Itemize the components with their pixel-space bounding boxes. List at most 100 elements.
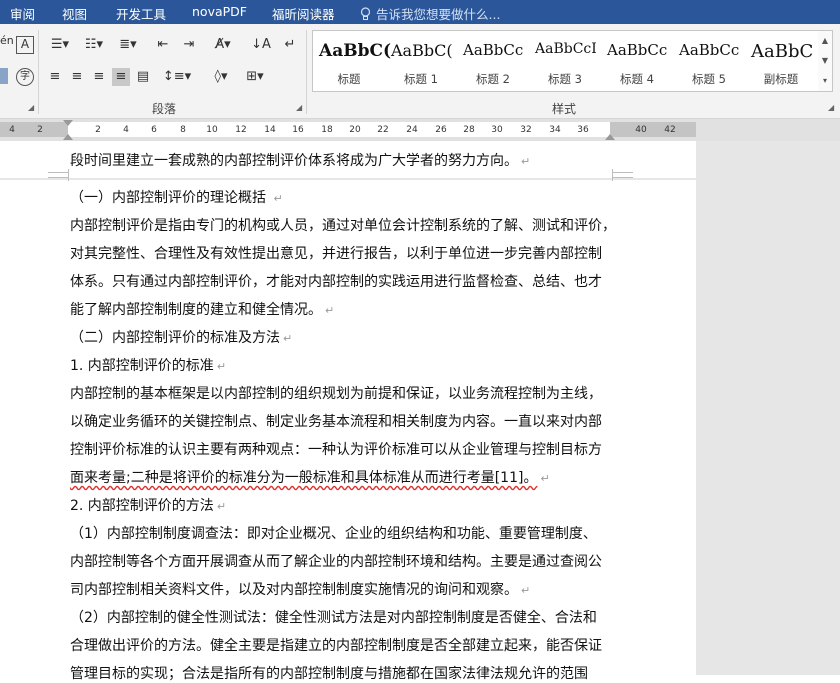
tab-view[interactable]: 视图 <box>62 4 87 23</box>
style-heading-1[interactable]: AaBbC( 标题 1 <box>385 31 457 91</box>
text-line[interactable]: 体系。只有通过内部控制评价，才能对内部控制的实践运用进行监督检查、总结、也才 <box>70 271 605 291</box>
ruler-number: 32 <box>520 125 532 135</box>
text-line[interactable]: （1）内部控制制度调查法：即对企业概况、企业的组织结构和功能、重要管理制度、 <box>70 523 600 543</box>
tell-me-search[interactable]: 告诉我您想要做什么... <box>360 4 500 23</box>
paragraph-mark-icon: ↵ <box>540 472 550 485</box>
numbering-icon[interactable]: ☷▾ <box>80 36 108 54</box>
style-heading-2[interactable]: AaBbCc 标题 2 <box>457 31 529 91</box>
ruler-number: 24 <box>406 125 418 135</box>
heading-line[interactable]: （二）内部控制评价的标准及方法 ↵ <box>70 327 292 347</box>
line-text: 面来考量;二种是将评价的标准分为一般标准和具体标准从而进行考量[11]。 <box>70 470 538 486</box>
text-line[interactable]: 对其完整性、合理性及有效性提出意见，并进行报告，以利于单位进一步完善内部控制 <box>70 243 605 263</box>
show-marks-icon[interactable]: ↵ <box>282 36 298 54</box>
page-break <box>0 178 696 180</box>
text-line[interactable]: 控制评价标准的认识主要有两种观点：一种认为评价标准可以从企业管理与控制目标方 <box>70 439 605 459</box>
style-name: 标题 5 <box>692 72 726 86</box>
tab-novapdf[interactable]: novaPDF <box>192 4 247 19</box>
text-line[interactable]: 内部控制等各个方面开展调查从而了解企业的内部控制环境和结构。主要是通过查阅公 <box>70 551 605 571</box>
line-text: 能了解内部控制制度的建立和健全情况。 <box>70 302 322 318</box>
ribbon: én A 字 ☰▾ ☷▾ ≣▾ ⇤ ⇥ A̸▾ ↓A ↵ ≡ ≡ ≡ ≡ ▤ ↕… <box>0 24 840 119</box>
style-title[interactable]: AaBbC( 标题 <box>313 31 391 91</box>
ruler-number: 26 <box>435 125 447 135</box>
text-line[interactable]: 内部控制的基本框架是以内部控制的组织规划为前提和保证，以业务流程控制为主线， <box>70 383 605 403</box>
text-line[interactable]: 能了解内部控制制度的建立和健全情况。 ↵ <box>70 299 334 319</box>
paragraph-mark-icon: ↵ <box>216 500 227 513</box>
styles-dialog-launcher-icon[interactable]: ◢ <box>828 103 834 112</box>
decrease-indent-icon[interactable]: ⇤ <box>152 36 174 54</box>
multilevel-list-icon[interactable]: ≣▾ <box>114 36 142 54</box>
line-text: 控制评价标准的认识主要有两种观点：一种认为评价标准可以从企业管理与控制目标方 <box>70 442 602 458</box>
style-preview: AaBbCcI <box>535 41 597 57</box>
text-line[interactable]: 面来考量;二种是将评价的标准分为一般标准和具体标准从而进行考量[11]。 ↵ <box>70 467 550 487</box>
right-indent-marker[interactable] <box>605 134 615 140</box>
ruler-number: 40 <box>635 125 647 135</box>
align-left-icon[interactable]: ≡ <box>46 68 64 86</box>
style-subtitle[interactable]: AaBbC 副标题 <box>745 31 817 91</box>
ruler-number: 30 <box>491 125 503 135</box>
ruler-number: 4 <box>123 125 129 135</box>
line-text: 段时间里建立一套成熟的内部控制评价体系将成为广大学者的努力方向。 <box>70 153 518 169</box>
style-preview: AaBbC <box>751 41 814 62</box>
tab-developer[interactable]: 开发工具 <box>116 4 166 23</box>
heading-line[interactable]: 2. 内部控制评价的方法 ↵ <box>70 495 226 515</box>
text-line[interactable]: 段时间里建立一套成熟的内部控制评价体系将成为广大学者的努力方向。 ↵ <box>70 150 530 170</box>
align-center-icon[interactable]: ≡ <box>68 68 86 86</box>
distributed-icon[interactable]: ▤ <box>134 68 152 86</box>
highlight-color-icon[interactable] <box>0 68 8 84</box>
line-text: 1. 内部控制评价的标准 <box>70 358 214 374</box>
first-line-indent-marker[interactable] <box>63 120 73 126</box>
ruler-number: 2 <box>37 125 43 135</box>
align-right-icon[interactable]: ≡ <box>90 68 108 86</box>
tab-review[interactable]: 审阅 <box>10 4 35 23</box>
style-name: 标题 3 <box>548 72 582 86</box>
paragraph-mark-icon: ↵ <box>521 584 531 597</box>
document-page[interactable]: 段时间里建立一套成熟的内部控制评价体系将成为广大学者的努力方向。 ↵ （一）内部控… <box>0 141 696 682</box>
ruler-number: 16 <box>292 125 304 135</box>
style-heading-4[interactable]: AaBbCc 标题 4 <box>601 31 673 91</box>
style-heading-5[interactable]: AaBbCc 标题 5 <box>673 31 745 91</box>
hanging-indent-marker[interactable] <box>63 134 73 140</box>
text-line[interactable]: 内部控制评价是指由专门的机构或人员，通过对单位会计控制系统的了解、测试和评价， <box>70 215 619 235</box>
line-spacing-icon[interactable]: ↕≡▾ <box>162 68 192 86</box>
justify-icon[interactable]: ≡ <box>112 68 130 86</box>
chevron-up-icon[interactable]: ▲ <box>818 31 832 51</box>
increase-indent-icon[interactable]: ⇥ <box>178 36 200 54</box>
crop-mark <box>612 172 633 181</box>
paragraph-mark-icon: ↵ <box>325 304 335 317</box>
ruler-number: 14 <box>264 125 276 135</box>
heading-line[interactable]: （一）内部控制评价的理论概括 ↵ <box>70 187 283 207</box>
style-heading-3[interactable]: AaBbCcI 标题 3 <box>529 31 601 91</box>
text-line[interactable]: （2）内部控制的健全性测试法：健全性测试方法是对内部控制制度是否健全、合法和 <box>70 607 600 627</box>
line-text: （二）内部控制评价的标准及方法 <box>70 330 280 346</box>
shading-icon[interactable]: ◊▾ <box>206 68 236 86</box>
tab-foxit-reader[interactable]: 福昕阅读器 <box>272 4 335 23</box>
horizontal-ruler[interactable]: 4 2 2 4 6 8 10 12 14 16 18 20 22 24 26 2… <box>0 119 840 141</box>
crop-mark <box>48 172 69 181</box>
text-line[interactable]: 司内部控制相关资料文件，以及对内部控制制度实施情况的询问和观察。 ↵ <box>70 579 530 599</box>
borders-icon[interactable]: ⊞▾ <box>240 68 270 86</box>
paragraph-dialog-launcher-icon[interactable]: ◢ <box>296 103 302 112</box>
paragraph-mark-icon: ↵ <box>273 192 283 205</box>
heading-line[interactable]: 1. 内部控制评价的标准 ↵ <box>70 355 226 375</box>
ruler-number: 34 <box>549 125 561 135</box>
clear-format-icon[interactable]: A <box>16 36 34 54</box>
style-name: 标题 <box>337 72 361 86</box>
document-canvas: 段时间里建立一套成熟的内部控制评价体系将成为广大学者的努力方向。 ↵ （一）内部控… <box>0 141 840 682</box>
text-line[interactable]: 以确定业务循环的关键控制点、制定业务基本流程和相关制度为内容。一直以来对内部 <box>70 411 605 431</box>
bullets-icon[interactable]: ☰▾ <box>46 36 74 54</box>
sort-icon[interactable]: ↓A <box>250 36 272 54</box>
font-dialog-launcher-icon[interactable]: ◢ <box>28 103 34 112</box>
more-styles-icon[interactable]: ▾ <box>818 71 832 91</box>
styles-gallery: AaBbC( 标题 AaBbC( 标题 1 AaBbCc 标题 2 AaBbCc… <box>312 30 820 92</box>
enclose-character-icon[interactable]: 字 <box>16 68 34 86</box>
ruler-number: 6 <box>151 125 157 135</box>
line-text: （2）内部控制的健全性测试法：健全性测试方法是对内部控制制度是否健全、合法和 <box>70 610 597 626</box>
style-name: 标题 1 <box>404 72 438 86</box>
line-text: （一）内部控制评价的理论概括 <box>70 190 271 206</box>
style-preview: AaBbCc <box>607 41 668 59</box>
chinese-layout-icon[interactable]: A̸▾ <box>208 36 238 54</box>
text-line[interactable]: 管理目标的实现；合法是指所有的内部控制制度与措施都在国家法律法规允许的范围 <box>70 663 591 683</box>
text-line[interactable]: 合理做出评价的方法。健全主要是指建立的内部控制制度是否全部建立起来，能否保证 <box>70 635 605 655</box>
chevron-down-icon[interactable]: ▼ <box>818 51 832 71</box>
ruler-number: 22 <box>377 125 389 135</box>
